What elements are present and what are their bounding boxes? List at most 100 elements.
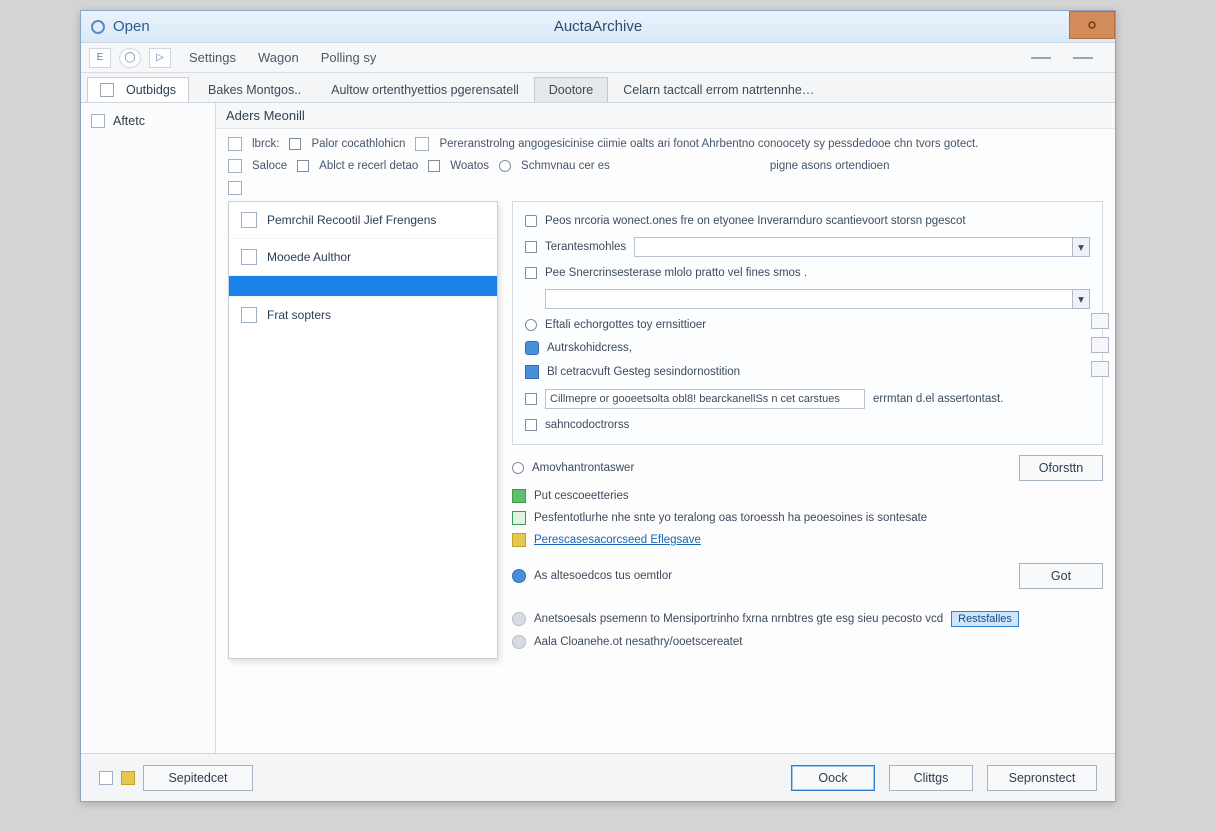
- sidebar: Aftetc: [81, 103, 216, 753]
- window-title: AuctaArchive: [554, 18, 642, 35]
- sub-heading: Bl cetracvuft Gesteg sesindornostition: [547, 366, 740, 378]
- align-icon[interactable]: [1091, 313, 1109, 329]
- tab-bakes[interactable]: Bakes Montgos..: [193, 77, 316, 102]
- radio[interactable]: [512, 462, 524, 474]
- opt-label: Ablct e recerl detao: [319, 160, 418, 172]
- combo-input[interactable]: [634, 237, 1090, 257]
- close-button[interactable]: [1069, 11, 1115, 39]
- apply-button[interactable]: Sepronstect: [987, 765, 1097, 791]
- footer-left-button[interactable]: Sepitedcet: [143, 765, 253, 791]
- option-desc: Anetsoesals psemenn to Mensiportrinho fx…: [534, 613, 943, 625]
- checkbox[interactable]: [525, 419, 537, 431]
- close-dialog-button[interactable]: Clittgs: [889, 765, 973, 791]
- checkbox[interactable]: [525, 393, 537, 405]
- list-item-selected[interactable]: [229, 276, 497, 297]
- below-panel: Amovhantrontaswer Oforsttn Put cescoeett…: [512, 445, 1103, 659]
- panel-icon: [241, 212, 257, 228]
- menu-wagon[interactable]: Wagon: [248, 46, 309, 69]
- opt-label: Saloce: [252, 160, 287, 172]
- radio[interactable]: [525, 319, 537, 331]
- footer: Sepitedcet Oock Clittgs Sepronstect: [81, 753, 1115, 801]
- options-button[interactable]: Oforsttn: [1019, 455, 1103, 481]
- check-icon: [512, 489, 526, 503]
- option-label: Put cescoeetteries: [534, 490, 629, 502]
- go-button[interactable]: Got: [1019, 563, 1103, 589]
- link[interactable]: Perescasesacorcseed Eflegsave: [534, 534, 701, 546]
- opt-label: Schmvnau cer es: [521, 160, 610, 172]
- opt-label: Woatos: [450, 160, 489, 172]
- chevron-down-icon[interactable]: ▾: [1072, 289, 1090, 309]
- side-tab-outbidgs[interactable]: Outbidgs: [87, 77, 189, 102]
- top-options: lbrck: Palor cocathlohicn Pereranstrolng…: [216, 129, 1115, 201]
- tab-autoarchive[interactable]: Aultow ortenthyettios pgerensatell: [316, 77, 534, 102]
- side-tab-label: Outbidgs: [126, 83, 176, 97]
- chevron-down-icon[interactable]: ▾: [1072, 237, 1090, 257]
- tabbar: Outbidgs Bakes Montgos.. Aultow ortenthy…: [81, 73, 1115, 103]
- opt-label: pigne asons ortendioen: [770, 160, 890, 172]
- option-label: Amovhantrontaswer: [532, 462, 634, 474]
- combo-field[interactable]: ▾: [545, 289, 1090, 309]
- list-item[interactable]: Frat sopters: [229, 297, 497, 333]
- toolbar-icon-3[interactable]: ▷: [149, 48, 171, 68]
- checkbox[interactable]: [289, 138, 301, 150]
- combo-input[interactable]: [545, 289, 1090, 309]
- menu-settings[interactable]: Settings: [179, 46, 246, 69]
- combo-field[interactable]: ▾: [634, 237, 1090, 257]
- close-icon: [1087, 20, 1097, 30]
- toolbar-icon-2[interactable]: ◯: [119, 48, 141, 68]
- refresh-icon[interactable]: [91, 20, 105, 34]
- field-label: Terantesmohles: [545, 241, 626, 253]
- restore-icon[interactable]: [1073, 57, 1093, 59]
- toolbar-icon-1[interactable]: E: [89, 48, 111, 68]
- checkbox[interactable]: [525, 267, 537, 279]
- para-icon[interactable]: [1091, 361, 1109, 377]
- side-icons: [1091, 313, 1109, 377]
- body: Aftetc Aders Meonill lbrck: Palor cocath…: [81, 103, 1115, 753]
- menu-polling[interactable]: Polling sy: [311, 46, 387, 69]
- radio-label: Eftali echorgottes toy ernsittioer: [545, 319, 706, 331]
- right-pane: Peos nrcoria wonect.ones fre on etyonee …: [498, 201, 1103, 659]
- list-item[interactable]: Pemrchil Recootil Jief Frengens: [229, 202, 497, 239]
- section-header: Aders Meonill: [216, 103, 1115, 129]
- main-area: Aders Meonill lbrck: Palor cocathlohicn …: [216, 103, 1115, 753]
- radio[interactable]: [499, 160, 511, 172]
- toolbar: E ◯ ▷ Settings Wagon Polling sy: [81, 43, 1115, 73]
- badge[interactable]: Restsfalles: [951, 611, 1019, 627]
- page-icon: [415, 137, 429, 151]
- checkbox[interactable]: [428, 160, 440, 172]
- panel-text: Peos nrcoria wonect.ones fre on etyonee …: [545, 215, 966, 227]
- list-item[interactable]: Mooede Aulthor: [229, 239, 497, 276]
- option-label: Aala Cloanehe.ot nesathry/ooetscereatet: [534, 636, 742, 648]
- tab-label: Celarn tactcall errom natrtennhe…: [623, 83, 814, 97]
- tab-label: Aultow ortenthyettios pgerensatell: [331, 83, 519, 97]
- option-desc: Pesfentotlurhe nhe snte yo teralong oas …: [534, 512, 927, 524]
- panel-icon: [241, 307, 257, 323]
- list-icon[interactable]: [1091, 337, 1109, 353]
- list-item-label: Frat sopters: [267, 308, 331, 322]
- checkbox[interactable]: [525, 215, 537, 227]
- inline-input[interactable]: [545, 389, 865, 409]
- folder-icon: [121, 771, 135, 785]
- split-area: Pemrchil Recootil Jief Frengens Mooede A…: [216, 201, 1115, 659]
- tab-label: Dootore: [549, 83, 593, 97]
- globe-icon: [512, 612, 526, 626]
- heading: Autrskohidcress,: [547, 342, 632, 354]
- ok-button[interactable]: Oock: [791, 765, 875, 791]
- sync-icon: [512, 635, 526, 649]
- sidebar-item-aftetc[interactable]: Aftetc: [81, 109, 215, 133]
- book-icon: [100, 83, 114, 97]
- panel-icon: [241, 249, 257, 265]
- info-icon: [512, 569, 526, 583]
- checkbox[interactable]: [297, 160, 309, 172]
- titlebar: Open AuctaArchive: [81, 11, 1115, 43]
- sub-option: sahncodoctrorss: [545, 419, 629, 431]
- minimize-icon[interactable]: [1031, 57, 1051, 59]
- settings-panel: Peos nrcoria wonect.ones fre on etyonee …: [512, 201, 1103, 445]
- opt-label: lbrck:: [252, 138, 279, 150]
- tab-dootore[interactable]: Dootore: [534, 77, 608, 102]
- trailing-text: errmtan d.el assertontast.: [873, 393, 1003, 405]
- option-label: As altesoedcos tus oemtlor: [534, 570, 672, 582]
- checkbox[interactable]: [525, 241, 537, 253]
- drive-icon: [228, 181, 242, 195]
- tab-celarn[interactable]: Celarn tactcall errom natrtennhe…: [608, 77, 829, 102]
